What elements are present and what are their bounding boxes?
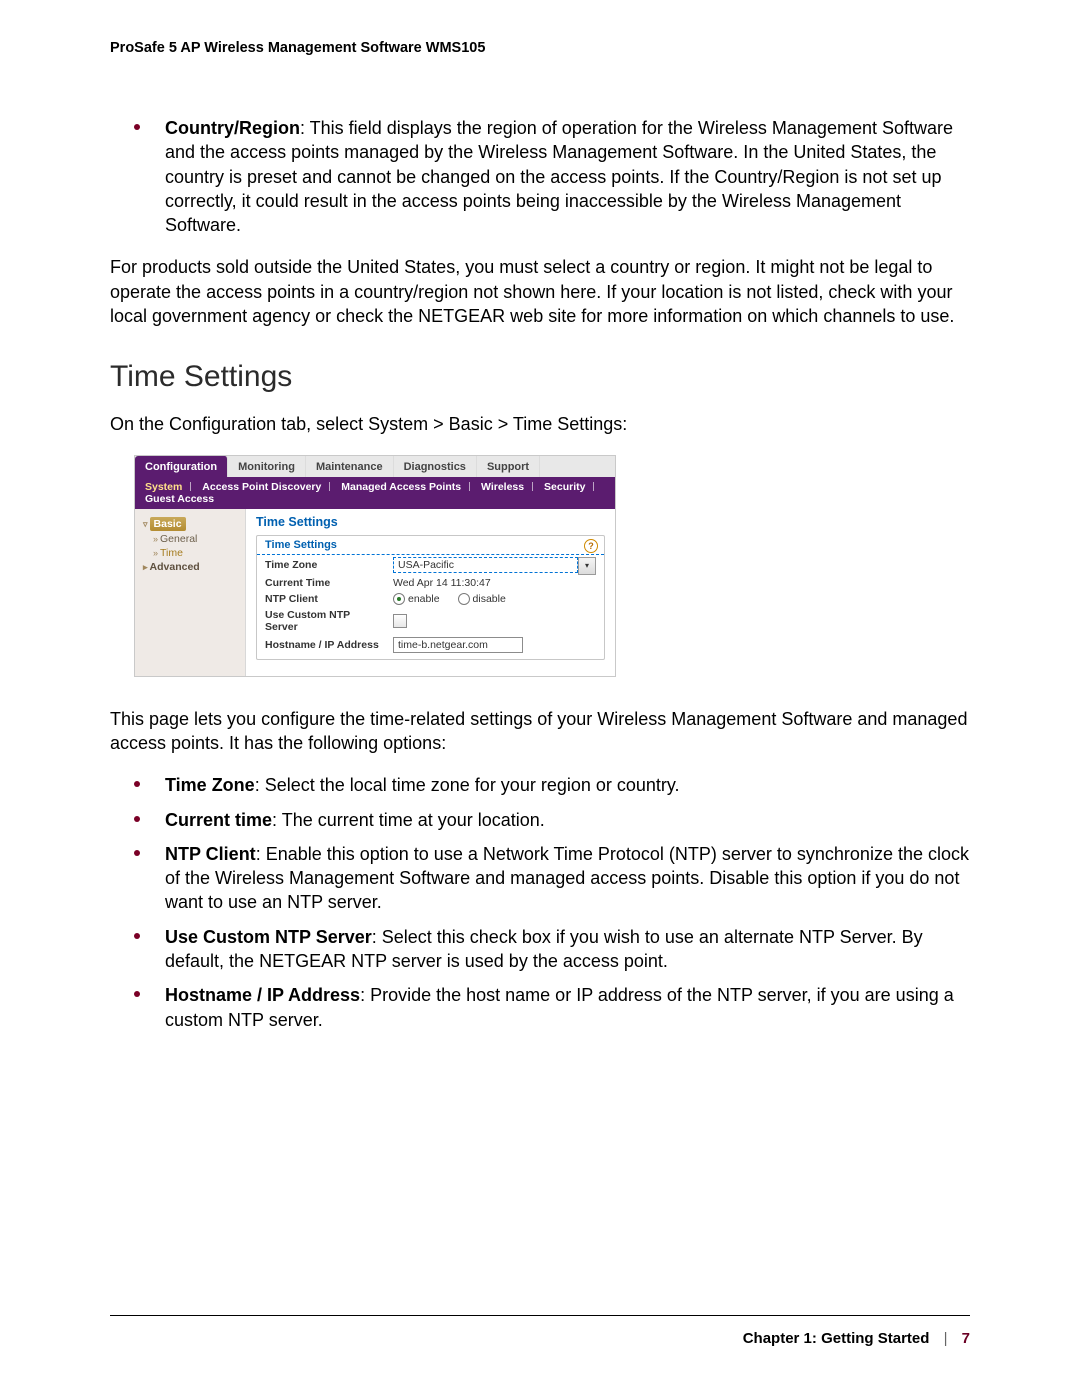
doc-header-title: ProSafe 5 AP Wireless Management Softwar… bbox=[110, 40, 970, 56]
bullet-custom-ntp: Use Custom NTP Server: Select this check… bbox=[110, 925, 970, 974]
screenshot-panel: Configuration Monitoring Maintenance Dia… bbox=[134, 455, 616, 677]
tab-configuration[interactable]: Configuration bbox=[135, 456, 228, 477]
footer-page-number: 7 bbox=[962, 1330, 970, 1347]
label-ntp-client: NTP Client bbox=[265, 593, 385, 605]
bullet-dot-icon bbox=[134, 124, 140, 130]
bullet-dot-icon bbox=[134, 850, 140, 856]
tab-monitoring[interactable]: Monitoring bbox=[228, 456, 306, 477]
side-leaf-general[interactable]: »General bbox=[153, 533, 241, 545]
paragraph-nav-path: On the Configuration tab, select System … bbox=[110, 412, 970, 436]
screenshot-sub-tabs: System Access Point Discovery Managed Ac… bbox=[135, 477, 615, 509]
bullet-ntp-text: : Enable this option to use a Network Ti… bbox=[165, 844, 969, 913]
bullet-ntp-client: NTP Client: Enable this option to use a … bbox=[110, 842, 970, 915]
row-current-time: Current Time Wed Apr 14 11:30:47 bbox=[257, 575, 604, 591]
radio-ntp-enable[interactable]: enable bbox=[393, 593, 440, 605]
label-custom-ntp: Use Custom NTP Server bbox=[265, 609, 385, 633]
subtab-guest-access[interactable]: Guest Access bbox=[141, 493, 218, 505]
paragraph-options-intro: This page lets you configure the time-re… bbox=[110, 707, 970, 756]
subtab-security[interactable]: Security bbox=[540, 481, 598, 493]
subtab-wireless[interactable]: Wireless bbox=[477, 481, 537, 493]
screenshot-main: Time Settings Time Settings ? Time Zone … bbox=[246, 509, 615, 676]
bullet-tz-label: Time Zone bbox=[165, 775, 255, 795]
bullet-dot-icon bbox=[134, 781, 140, 787]
help-icon[interactable]: ? bbox=[584, 539, 598, 553]
value-current-time: Wed Apr 14 11:30:47 bbox=[393, 577, 596, 589]
tab-support[interactable]: Support bbox=[477, 456, 540, 477]
input-hostname[interactable]: time-b.netgear.com bbox=[393, 637, 523, 653]
radio-off-icon bbox=[458, 593, 470, 605]
bullet-dot-icon bbox=[134, 933, 140, 939]
bullet-ct-label: Current time bbox=[165, 810, 272, 830]
bullet-time-zone: Time Zone: Select the local time zone fo… bbox=[110, 773, 970, 797]
box-heading: Time Settings ? bbox=[257, 536, 604, 555]
label-hostname: Hostname / IP Address bbox=[265, 639, 385, 651]
subtab-system[interactable]: System bbox=[141, 481, 195, 493]
tab-maintenance[interactable]: Maintenance bbox=[306, 456, 394, 477]
bullet-current-time: Current time: The current time at your l… bbox=[110, 808, 970, 832]
side-leaf-time[interactable]: »Time bbox=[153, 547, 241, 559]
footer-chapter: Chapter 1: Getting Started bbox=[743, 1330, 930, 1347]
subtab-managed-aps[interactable]: Managed Access Points bbox=[337, 481, 474, 493]
panel-title: Time Settings bbox=[256, 515, 605, 529]
radio-enable-label: enable bbox=[408, 593, 440, 605]
select-timezone-value: USA-Pacific bbox=[393, 557, 578, 573]
page-footer: Chapter 1: Getting Started | 7 bbox=[110, 1315, 970, 1347]
bullet-host-label: Hostname / IP Address bbox=[165, 985, 360, 1005]
bullet-hostname: Hostname / IP Address: Provide the host … bbox=[110, 983, 970, 1032]
box-heading-text: Time Settings bbox=[265, 539, 337, 551]
bullet-country-label: Country/Region bbox=[165, 118, 300, 138]
side-time-label: Time bbox=[160, 547, 183, 559]
bullet-dot-icon bbox=[134, 816, 140, 822]
radio-ntp-disable[interactable]: disable bbox=[458, 593, 506, 605]
screenshot-top-tabs: Configuration Monitoring Maintenance Dia… bbox=[135, 456, 615, 477]
bullet-icon: » bbox=[153, 548, 158, 558]
side-node-basic[interactable]: ▿Basic bbox=[143, 517, 241, 531]
select-timezone[interactable]: USA-Pacific ▾ bbox=[393, 557, 596, 573]
side-node-advanced[interactable]: ▸Advanced bbox=[143, 561, 241, 573]
settings-box: Time Settings ? Time Zone USA-Pacific ▾ … bbox=[256, 535, 605, 660]
footer-separator: | bbox=[934, 1330, 958, 1347]
screenshot-side-tree: ▿Basic »General »Time ▸Advanced bbox=[135, 509, 246, 676]
heading-time-settings: Time Settings bbox=[110, 360, 970, 394]
chevron-down-icon: ▿ bbox=[143, 519, 148, 529]
dropdown-arrow-icon[interactable]: ▾ bbox=[578, 557, 596, 575]
side-basic-label: Basic bbox=[150, 517, 186, 531]
subtab-ap-discovery[interactable]: Access Point Discovery bbox=[198, 481, 334, 493]
row-custom-ntp: Use Custom NTP Server bbox=[257, 607, 604, 635]
bullet-country-region: Country/Region: This field displays the … bbox=[110, 116, 970, 237]
bullet-ntp-label: NTP Client bbox=[165, 844, 256, 864]
label-current-time: Current Time bbox=[265, 577, 385, 589]
side-general-label: General bbox=[160, 533, 197, 545]
bullet-tz-text: : Select the local time zone for your re… bbox=[255, 775, 680, 795]
row-ntp-client: NTP Client enable disable bbox=[257, 591, 604, 607]
side-advanced-label: Advanced bbox=[150, 561, 200, 573]
paragraph-non-us: For products sold outside the United Sta… bbox=[110, 255, 970, 328]
bullet-dot-icon bbox=[134, 991, 140, 997]
footer-rule bbox=[110, 1315, 970, 1316]
row-timezone: Time Zone USA-Pacific ▾ bbox=[257, 555, 604, 575]
bullet-ct-text: : The current time at your location. bbox=[272, 810, 545, 830]
label-timezone: Time Zone bbox=[265, 559, 385, 571]
bullet-custom-label: Use Custom NTP Server bbox=[165, 927, 372, 947]
chevron-right-icon: ▸ bbox=[143, 562, 148, 572]
radio-disable-label: disable bbox=[473, 593, 506, 605]
tab-diagnostics[interactable]: Diagnostics bbox=[394, 456, 477, 477]
radio-on-icon bbox=[393, 593, 405, 605]
checkbox-custom-ntp[interactable] bbox=[393, 614, 407, 628]
bullet-icon: » bbox=[153, 534, 158, 544]
row-hostname: Hostname / IP Address time-b.netgear.com bbox=[257, 635, 604, 655]
